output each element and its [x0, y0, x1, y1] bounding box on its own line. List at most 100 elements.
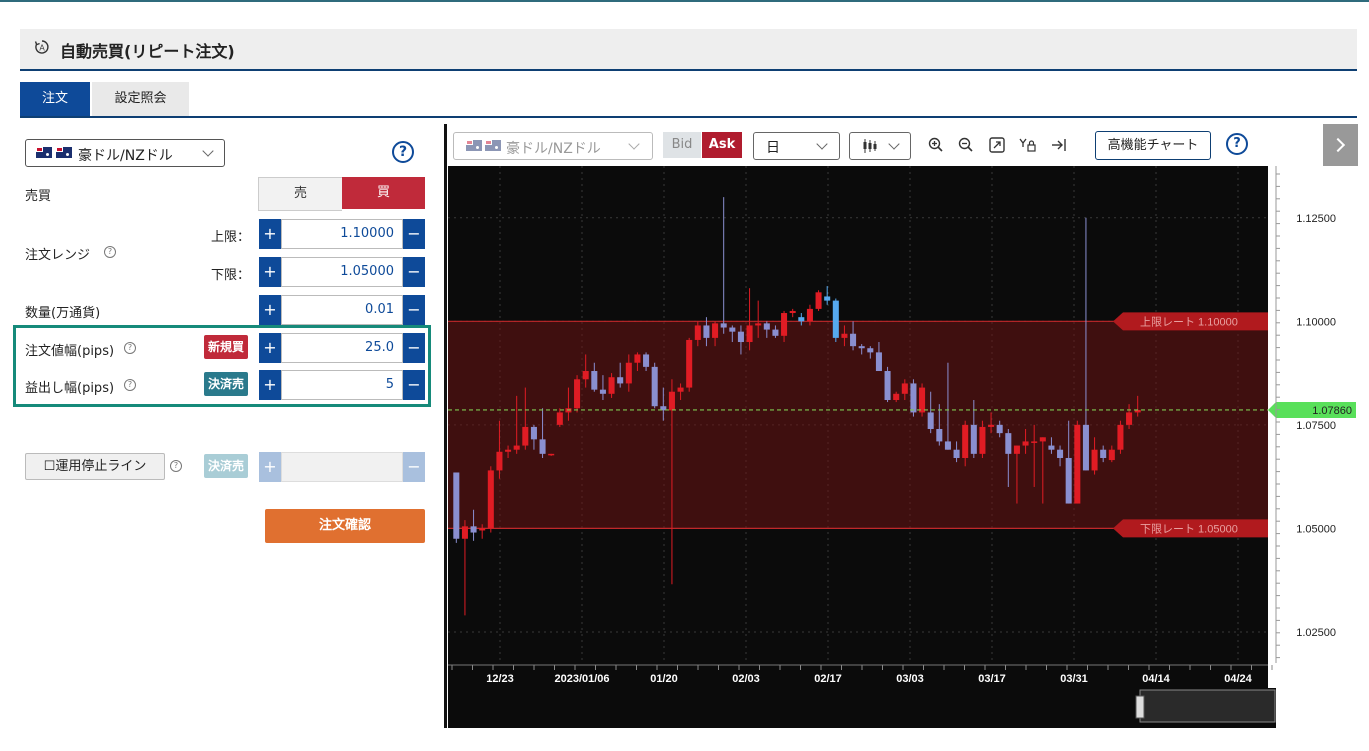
width-help-icon[interactable]: ? — [124, 342, 136, 354]
navigator-handle[interactable] — [1135, 695, 1145, 719]
candle-body — [582, 371, 589, 380]
profit-minus-button[interactable]: − — [403, 370, 425, 400]
profit-input[interactable]: 5 — [281, 370, 403, 400]
stop-plus-button[interactable]: + — [259, 452, 281, 482]
lower-input[interactable]: 1.05000 — [281, 257, 403, 287]
x-tick-label: 2023/01/06 — [554, 673, 609, 685]
stop-input[interactable] — [281, 452, 403, 482]
panel-divider — [444, 124, 447, 728]
chart-pair-label: 豪ドル/NZドル — [506, 141, 601, 157]
qty-plus-button[interactable]: + — [259, 295, 281, 325]
auto-trade-icon: A — [34, 40, 49, 54]
candle-body — [617, 377, 624, 384]
chart-pair-select[interactable]: 豪ドル/NZドル — [453, 132, 653, 160]
upper-minus-button[interactable]: − — [403, 219, 425, 249]
candle-body — [763, 323, 770, 330]
x-tick-label: 04/24 — [1224, 673, 1252, 685]
zoom-in-icon[interactable] — [927, 136, 945, 154]
lower-plus-button[interactable]: + — [259, 257, 281, 287]
close-sell-badge: 決済売 — [204, 372, 249, 396]
candle-body — [1048, 445, 1055, 450]
candle-body — [720, 323, 727, 328]
candle-body — [479, 528, 486, 531]
upper-stepper: + 1.10000 − — [259, 219, 425, 249]
upper-input[interactable]: 1.10000 — [281, 219, 403, 249]
width-minus-button[interactable]: − — [403, 333, 425, 363]
bid-button[interactable]: Bid — [663, 132, 701, 158]
period-label: 日 — [766, 140, 780, 156]
candle-body — [919, 387, 926, 413]
candle-body — [1074, 424, 1081, 504]
candle-body — [1005, 433, 1012, 454]
x-tick-label: 02/17 — [814, 673, 842, 685]
profit-stepper: + 5 − — [259, 370, 425, 400]
candlestick-icon — [863, 139, 877, 153]
tab-settings-inquiry[interactable]: 設定照会 — [92, 82, 189, 116]
new-buy-badge: 新規買 — [204, 335, 249, 359]
x-tick-label: 03/17 — [978, 673, 1006, 685]
y-axis-lock-icon[interactable] — [1019, 136, 1037, 154]
scroll-latest-icon[interactable] — [1050, 136, 1068, 154]
expand-chevron-icon[interactable] — [1323, 124, 1358, 166]
candle-body — [832, 300, 839, 338]
chart-help-icon[interactable]: ? — [1226, 133, 1248, 155]
candle-body — [1057, 449, 1064, 458]
width-input[interactable]: 25.0 — [281, 333, 403, 363]
page-title: 自動売買(リピート注文) — [60, 42, 235, 61]
candle-body — [643, 354, 650, 367]
chart-type-select[interactable] — [849, 132, 911, 160]
candle-body — [815, 292, 822, 309]
buy-button[interactable]: 買 — [342, 177, 425, 209]
candle-body — [979, 426, 986, 454]
stop-minus-button[interactable]: − — [403, 452, 425, 482]
candle-body — [1082, 424, 1089, 471]
period-select[interactable]: 日 — [753, 132, 840, 160]
candle-body — [599, 389, 606, 394]
sell-button[interactable]: 売 — [258, 177, 342, 211]
candle-body — [487, 470, 494, 529]
range-help-icon[interactable]: ? — [104, 246, 116, 258]
lower-minus-button[interactable]: − — [403, 257, 425, 287]
lower-stepper: + 1.05000 − — [259, 257, 425, 287]
candle-body — [496, 451, 503, 471]
qty-minus-button[interactable]: − — [403, 295, 425, 325]
stop-line-toggle[interactable]: ☐運用停止ライン — [25, 453, 165, 480]
y-tick-label: 1.07500 — [1296, 420, 1336, 432]
profit-help-icon[interactable]: ? — [124, 379, 136, 391]
help-icon[interactable]: ? — [392, 141, 414, 163]
upper-plus-button[interactable]: + — [259, 219, 281, 249]
candle-body — [1117, 424, 1124, 450]
order-confirm-button[interactable]: 注文確認 — [265, 509, 425, 543]
tab-order[interactable]: 注文 — [20, 82, 90, 116]
profit-plus-button[interactable]: + — [259, 370, 281, 400]
candle-body — [841, 333, 848, 338]
stop-stepper: + − — [259, 452, 425, 482]
panel-header: A 自動売買(リピート注文) — [20, 29, 1357, 71]
advanced-chart-button[interactable]: 高機能チャート — [1095, 131, 1211, 160]
candle-body — [806, 308, 813, 322]
stop-close-sell-badge: 決済売 — [204, 454, 249, 478]
candle-body — [944, 441, 951, 450]
candle-body — [556, 412, 563, 425]
x-tick-label: 01/20 — [650, 673, 678, 685]
candle-body — [781, 313, 788, 336]
candle-body — [686, 339, 693, 388]
y-tick-label: 1.02500 — [1296, 627, 1336, 639]
candle-body — [1022, 441, 1029, 446]
stop-help-icon[interactable]: ? — [170, 460, 182, 472]
fit-screen-icon[interactable] — [988, 136, 1006, 154]
navigator-window[interactable] — [1139, 689, 1276, 723]
width-plus-button[interactable]: + — [259, 333, 281, 363]
ask-button[interactable]: Ask — [702, 132, 742, 158]
zoom-out-icon[interactable] — [957, 136, 975, 154]
candle-body — [522, 426, 529, 446]
range-label: 注文レンジ — [25, 248, 91, 263]
candle-body — [996, 424, 1003, 434]
qty-input[interactable]: 0.01 — [281, 295, 403, 325]
candle-body — [530, 426, 537, 440]
candle-body — [574, 379, 581, 409]
price-chart[interactable]: 1.07860 上限レート 1.10000 下限レート 1.05000 1.1250… — [448, 166, 1358, 728]
candle-body — [910, 383, 917, 413]
pair-select[interactable]: 豪ドル/NZドル — [25, 139, 225, 167]
x-tick-label: 03/03 — [896, 673, 924, 685]
